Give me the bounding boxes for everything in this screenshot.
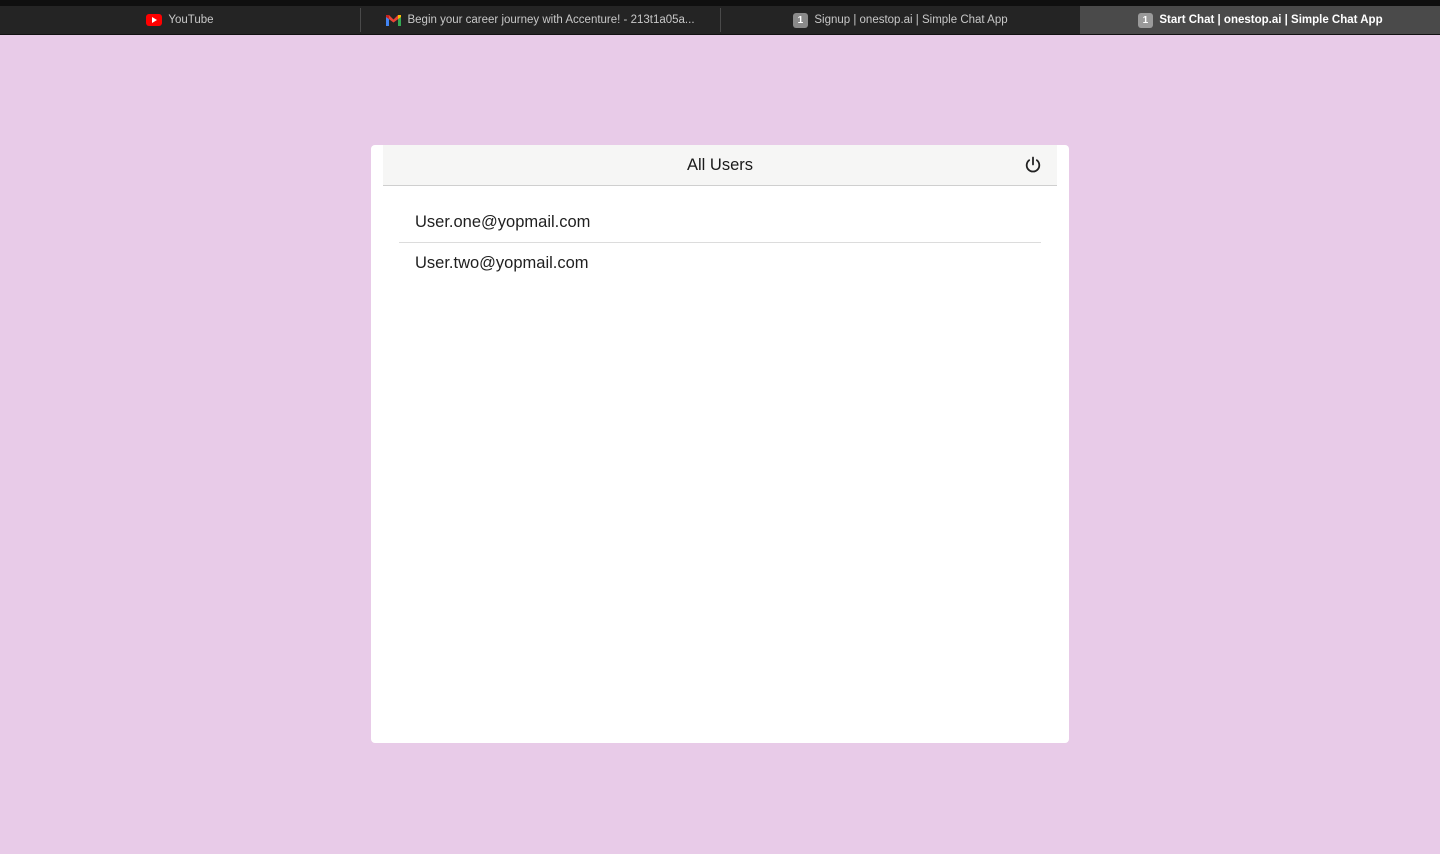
numbered-favicon: 1 — [1137, 12, 1153, 28]
browser-tab-bar: YouTube Begin your career journey with A… — [0, 0, 1440, 35]
tab-signup[interactable]: 1 Signup | onestop.ai | Simple Chat App — [720, 6, 1080, 34]
user-list-item-user-two[interactable]: User.two@yopmail.com — [399, 242, 1041, 282]
users-card: All Users User.one@yopmail.com User.two@… — [371, 145, 1069, 743]
user-list-item-user-one[interactable]: User.one@yopmail.com — [399, 202, 1041, 242]
user-list: User.one@yopmail.com User.two@yopmail.co… — [399, 202, 1041, 282]
tab-label: YouTube — [168, 14, 214, 26]
card-header: All Users — [383, 145, 1057, 186]
logout-button[interactable] — [1023, 155, 1043, 175]
power-icon — [1025, 156, 1041, 173]
tab-youtube[interactable]: YouTube — [0, 6, 360, 34]
page-title: All Users — [686, 156, 753, 174]
youtube-icon — [146, 12, 163, 28]
tab-label: Start Chat | onestop.ai | Simple Chat Ap… — [1159, 14, 1383, 26]
favicon-badge: 1 — [792, 12, 808, 28]
tab-label: Begin your career journey with Accenture… — [407, 14, 695, 26]
gmail-icon — [385, 12, 401, 28]
tab-start-chat[interactable]: 1 Start Chat | onestop.ai | Simple Chat … — [1080, 6, 1440, 34]
numbered-favicon: 1 — [792, 12, 808, 28]
favicon-badge: 1 — [1137, 12, 1153, 28]
tab-gmail[interactable]: Begin your career journey with Accenture… — [360, 6, 720, 34]
tab-label: Signup | onestop.ai | Simple Chat App — [814, 14, 1008, 26]
